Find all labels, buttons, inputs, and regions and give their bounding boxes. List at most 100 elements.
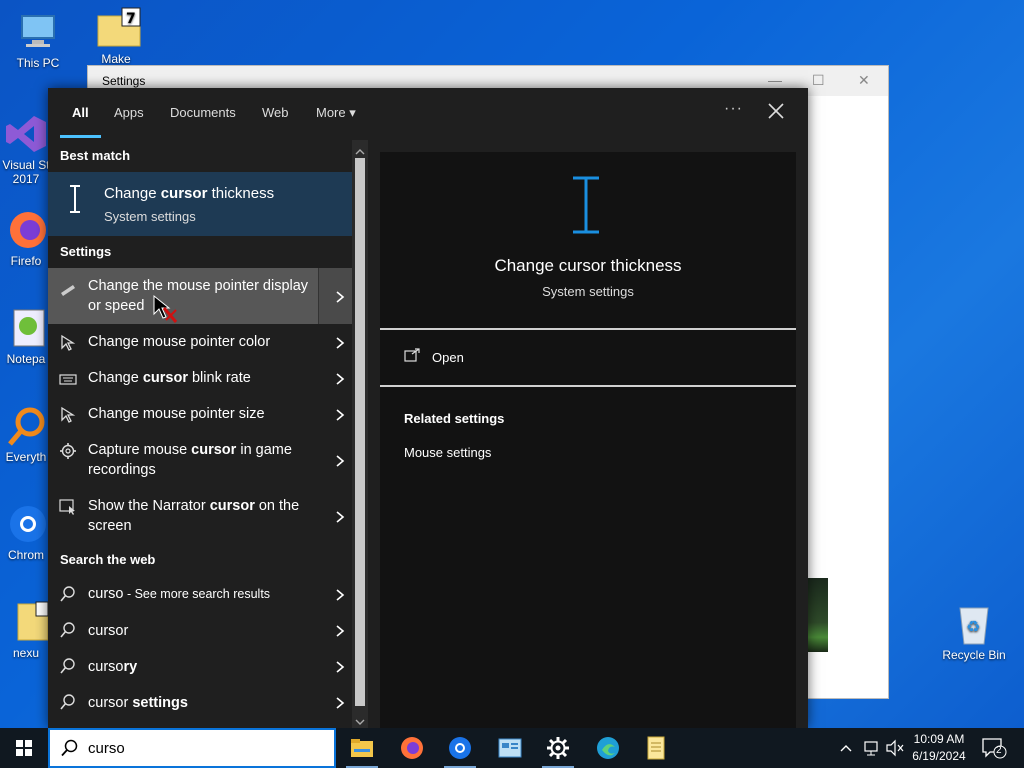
chevron-right-icon [335,336,345,349]
best-match-heading: Best match [60,148,131,163]
search-web-heading: Search the web [60,552,156,567]
preview-subtitle: System settings [542,284,634,299]
settings-window-title: Settings [102,74,146,88]
taskbar-notepad[interactable] [632,728,680,768]
web-result-cursory[interactable]: cursory [48,648,352,684]
scrollbar-thumb[interactable] [355,158,365,706]
results-scrollbar[interactable] [352,140,368,728]
folder-icon [4,600,49,644]
related-settings-heading: Related settings [404,411,505,426]
chevron-right-icon [335,510,345,523]
settings-result-pointer-color[interactable]: Change mouse pointer color [48,324,352,360]
firefox-icon [4,208,48,252]
more-options-button[interactable]: ··· [724,100,743,118]
network-icon[interactable] [862,728,882,768]
search-input[interactable]: curso [88,740,125,757]
divider [380,328,796,330]
search-icon [59,585,77,603]
desktop-icon-label: Make [101,52,131,66]
result-label: cursory [88,659,138,675]
tab-apps[interactable]: Apps [114,105,144,120]
web-result-cursor[interactable]: cursor [48,612,352,648]
taskbar: curso 10:09 AM 6/19/2024 2 [0,728,1024,768]
text-cursor-icon [66,184,84,214]
chrome-icon [4,502,48,546]
edge-icon [596,736,620,760]
settings-result-narrator-cursor[interactable]: Show the Narrator cursor on the screen [48,488,352,544]
windows-logo-icon [16,740,32,756]
chevron-up-icon [840,745,852,752]
search-tabs: All Apps Documents Web More ▾ ··· [48,88,808,138]
notepad-icon [644,736,668,760]
mouse-icon [59,281,77,299]
svg-text:♻: ♻ [966,617,980,636]
notification-count: 2 [996,745,1002,756]
search-icon [60,739,78,757]
volume-muted-icon[interactable] [884,728,906,768]
best-match-title: Change cursor thickness [104,185,275,202]
settings-result-mouse-pointer-speed[interactable]: Change the mouse pointer display or spee… [48,268,352,324]
settings-result-blink-rate[interactable]: Change cursor blink rate [48,360,352,396]
close-window-button[interactable]: ✕ [858,72,870,89]
result-label: Change mouse pointer color [88,334,271,350]
desktop-icon-label: Recycle Bin [942,648,1006,662]
start-button[interactable] [0,728,48,768]
search-panel: All Apps Documents Web More ▾ ··· Best m… [48,88,808,728]
mouse-settings-link[interactable]: Mouse settings [404,445,491,460]
keyboard-icon [59,370,77,388]
settings-result-game-recordings[interactable]: Capture mouse cursor in game recordings [48,432,352,488]
chevron-right-icon [335,454,345,467]
action-center-button[interactable]: 2 [980,736,1008,760]
result-label: Change cursor blink rate [88,370,251,386]
system-clock[interactable]: 10:09 AM 6/19/2024 [908,731,970,765]
close-icon[interactable] [766,101,786,121]
taskbar-firefox[interactable] [388,728,436,768]
monitor-icon [16,10,60,54]
best-match-item[interactable]: Change cursor thickness System settings [48,172,352,236]
control-panel-icon [498,736,522,760]
result-label: curso - See more search results [88,586,271,602]
settings-icon [546,736,570,760]
visual-studio-icon [4,112,48,156]
desktop-icon-label: This PC [16,56,60,70]
taskbar-control-panel[interactable] [486,728,534,768]
taskbar-chrome[interactable] [436,728,484,768]
scroll-down-icon[interactable] [355,714,365,725]
taskbar-search-box[interactable]: curso [48,728,336,768]
divider [380,385,796,387]
desktop-icon-make[interactable]: 7 Make [80,6,152,66]
settings-result-pointer-size[interactable]: Change mouse pointer size [48,396,352,432]
chevron-right-icon [335,372,345,385]
chrome-icon [448,736,472,760]
taskbar-file-explorer[interactable] [338,728,386,768]
result-label: cursor [88,623,129,639]
narrator-icon [59,498,77,516]
tab-web[interactable]: Web [262,105,289,120]
taskbar-settings[interactable] [534,728,582,768]
clock-time: 10:09 AM [913,732,965,746]
taskbar-edge[interactable] [584,728,632,768]
result-label: Change the mouse pointer display or spee… [88,278,309,314]
file-explorer-icon [350,736,374,760]
settings-heading: Settings [60,244,112,259]
tab-all[interactable]: All [72,105,89,120]
web-result-cursor-settings[interactable]: cursor settings [48,684,352,720]
minimize-button[interactable]: — [768,72,782,88]
search-icon [59,657,77,675]
chevron-right-icon [335,588,345,601]
active-tab-indicator [60,135,101,138]
open-label: Open [432,350,464,365]
tab-documents[interactable]: Documents [170,105,236,120]
tab-more[interactable]: More ▾ [316,105,356,121]
result-label: Show the Narrator cursor on the screen [88,498,300,534]
desktop-icon-this-pc[interactable]: This PC [2,10,74,70]
maximize-button[interactable]: ☐ [812,72,825,89]
desktop-icon-recycle-bin[interactable]: ♻ Recycle Bin [938,602,1010,662]
chevron-right-icon [335,624,345,637]
scroll-up-icon[interactable] [355,144,365,155]
mouse-pointer-cursor [152,294,180,324]
result-label: cursor settings [88,695,188,711]
open-button[interactable]: Open [404,346,524,368]
web-result-curso[interactable]: curso - See more search results [48,576,352,612]
show-hidden-icons-button[interactable] [838,728,854,768]
